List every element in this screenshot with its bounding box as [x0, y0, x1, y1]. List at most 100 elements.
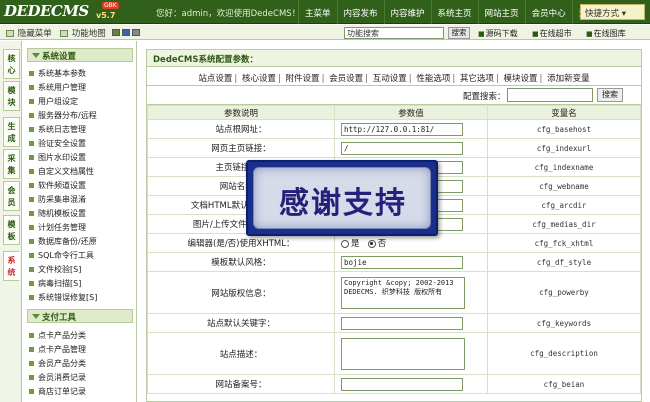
bullet-icon: [29, 85, 34, 90]
sidebar-item-sql-tool[interactable]: SQL命令行工具: [29, 250, 94, 261]
config-search-input[interactable]: [507, 88, 593, 102]
hide-menu-button[interactable]: 隐藏菜单: [6, 27, 52, 39]
sidebar-item-label: SQL命令行工具: [38, 251, 94, 260]
link-online-gallery[interactable]: ■在线图库: [586, 28, 626, 39]
bullet-icon: [29, 375, 34, 380]
tab-add-variable[interactable]: 添加新变量: [547, 74, 590, 84]
page-title: DedeCMS系统配置参数：: [147, 50, 641, 67]
link-source-download[interactable]: ■源码下载: [478, 28, 518, 39]
welcome-text: 您好：admin，欢迎使用DedeCMS！: [156, 9, 301, 19]
quick-menu-button[interactable]: 快捷方式 ▾: [580, 4, 645, 20]
tab-other[interactable]: 其它选项: [460, 74, 494, 84]
row-var: cfg_basehost: [487, 119, 641, 139]
sidebar-item-user-groups[interactable]: 用户组设定: [29, 96, 78, 107]
sidebar-item-virus-scan[interactable]: 病毒扫描[S]: [29, 278, 81, 289]
bullet-icon: [29, 389, 34, 394]
xhtml-no-radio[interactable]: [367, 239, 376, 248]
vtab-module[interactable]: 模块: [3, 81, 20, 111]
sidebar-item-orders[interactable]: 商店订单记录: [29, 386, 86, 397]
sidebar-item-watermark[interactable]: 图片水印设置: [29, 152, 86, 163]
link-label: 在线图库: [593, 29, 626, 38]
beian-input[interactable]: [341, 377, 463, 391]
skin-blue-icon[interactable]: [122, 29, 130, 36]
xhtml-yes-radio[interactable]: [341, 239, 349, 248]
vtab-collect[interactable]: 采集: [3, 149, 20, 179]
nav-site-home[interactable]: 网站主页: [477, 0, 525, 24]
link-label: 源码下载: [485, 29, 518, 38]
sidebar-section-payment[interactable]: 支付工具: [27, 309, 133, 323]
chevron-down-icon: ▾: [621, 9, 626, 19]
bullet-icon: [29, 253, 34, 258]
sidebar-item-error-repair[interactable]: 系统错误修复[S]: [29, 292, 97, 303]
skin-green-icon[interactable]: [112, 29, 120, 36]
indexurl-input[interactable]: /: [341, 141, 463, 155]
description-textarea[interactable]: [341, 337, 465, 370]
sidebar-item-consumption[interactable]: 会员消费记录: [29, 372, 86, 383]
sidebar-item-label: 自定义文档属性: [38, 167, 94, 176]
sidebar-item-security[interactable]: 验证安全设置: [29, 138, 86, 149]
bullet-icon: [29, 197, 34, 202]
vtab-core[interactable]: 核心: [3, 49, 20, 79]
sidebar-item-tasks[interactable]: 计划任务管理: [29, 222, 86, 233]
vtab-template[interactable]: 模板: [3, 215, 20, 245]
bullet-icon: [29, 211, 34, 216]
vtab-generate[interactable]: 生成: [3, 117, 20, 147]
map-icon: [60, 30, 68, 37]
function-search-input[interactable]: 功能搜索: [344, 27, 444, 39]
sidebar-item-label: 商店订单记录: [38, 387, 86, 396]
sidebar-item-file-check[interactable]: 文件校验[S]: [29, 264, 81, 275]
tab-modules[interactable]: 模块设置: [504, 74, 538, 84]
sidebar-section-system[interactable]: 系统设置: [27, 48, 133, 62]
function-map-button[interactable]: 功能地图: [60, 27, 106, 39]
skin-gray-icon[interactable]: [132, 29, 140, 36]
tab-member[interactable]: 会员设置: [329, 74, 363, 84]
table-row: 站点默认关键字： cfg_keywords: [147, 313, 641, 333]
function-map-label: 功能地图: [71, 29, 106, 39]
sidebar-item-logs[interactable]: 系统日志管理: [29, 124, 86, 135]
table-row: 站点根网址： http://127.0.0.1:81/ cfg_basehost: [147, 119, 641, 139]
tab-performance[interactable]: 性能选项: [416, 74, 450, 84]
config-search-button[interactable]: 搜索: [597, 88, 623, 102]
function-search-button[interactable]: 搜索: [448, 27, 470, 39]
sidebar-item-label: 服务器分布/远程: [38, 111, 97, 120]
bullet-icon: [29, 281, 34, 286]
table-row: 网页主页链接： / cfg_indexurl: [147, 138, 641, 158]
table-row: 网站备案号： cfg_beian: [147, 374, 641, 394]
sidebar-item-doc-attrs[interactable]: 自定义文档属性: [29, 166, 94, 177]
df-style-input[interactable]: bojie: [341, 255, 463, 269]
sidebar-item-member-categories[interactable]: 会员产品分类: [29, 358, 86, 369]
row-label: 站点默认关键字：: [147, 313, 335, 333]
nav-main-menu[interactable]: 主菜单: [298, 0, 337, 24]
tab-core[interactable]: 核心设置: [242, 74, 276, 84]
nav-publish[interactable]: 内容发布: [336, 0, 384, 24]
vtab-member[interactable]: 会员: [3, 181, 20, 211]
tab-attachment[interactable]: 附件设置: [286, 74, 320, 84]
sidebar-item-users[interactable]: 系统用户管理: [29, 82, 86, 93]
sidebar-item-anti-collect[interactable]: 防采集串混淆: [29, 194, 86, 205]
sidebar-item-label: 系统基本参数: [38, 69, 86, 78]
sidebar-item-backup[interactable]: 数据库备份/还原: [29, 236, 97, 247]
nav-member-center[interactable]: 会员中心: [524, 0, 572, 24]
link-online-market[interactable]: ■在线超市: [532, 28, 572, 39]
sidebar-item-basic-params[interactable]: 系统基本参数: [29, 68, 86, 79]
nav-maintain[interactable]: 内容维护: [383, 0, 431, 24]
radio-label: 否: [377, 239, 387, 249]
tab-site[interactable]: 站点设置: [198, 74, 232, 84]
row-label: 网站备案号：: [147, 374, 335, 394]
sidebar-item-servers[interactable]: 服务器分布/远程: [29, 110, 97, 121]
keywords-input[interactable]: [341, 316, 463, 330]
table-row: 编辑器(是/否)使用XHTML： 是 否 cfg_fck_xhtml: [147, 233, 641, 253]
tab-interaction[interactable]: 互动设置: [373, 74, 407, 84]
sidebar-item-random-template[interactable]: 随机模板设置: [29, 208, 86, 219]
thanks-overlay: 感谢支持: [246, 160, 438, 236]
vtab-system[interactable]: 系统: [3, 251, 20, 281]
sidebar-item-label: 系统用户管理: [38, 83, 86, 92]
basehost-input[interactable]: http://127.0.0.1:81/: [341, 122, 463, 136]
sidebar-item-software-channel[interactable]: 软件频道设置: [29, 180, 86, 191]
sidebar-item-card-categories[interactable]: 点卡产品分类: [29, 330, 86, 341]
config-search-label: 配置搜索：: [463, 92, 506, 102]
powerby-textarea[interactable]: Copyright &copy; 2002-2013 DEDECMS. 织梦科技…: [341, 276, 465, 309]
nav-system-home[interactable]: 系统主页: [430, 0, 478, 24]
overlay-text: 感谢支持: [279, 186, 407, 221]
sidebar-item-card-products[interactable]: 点卡产品管理: [29, 344, 86, 355]
